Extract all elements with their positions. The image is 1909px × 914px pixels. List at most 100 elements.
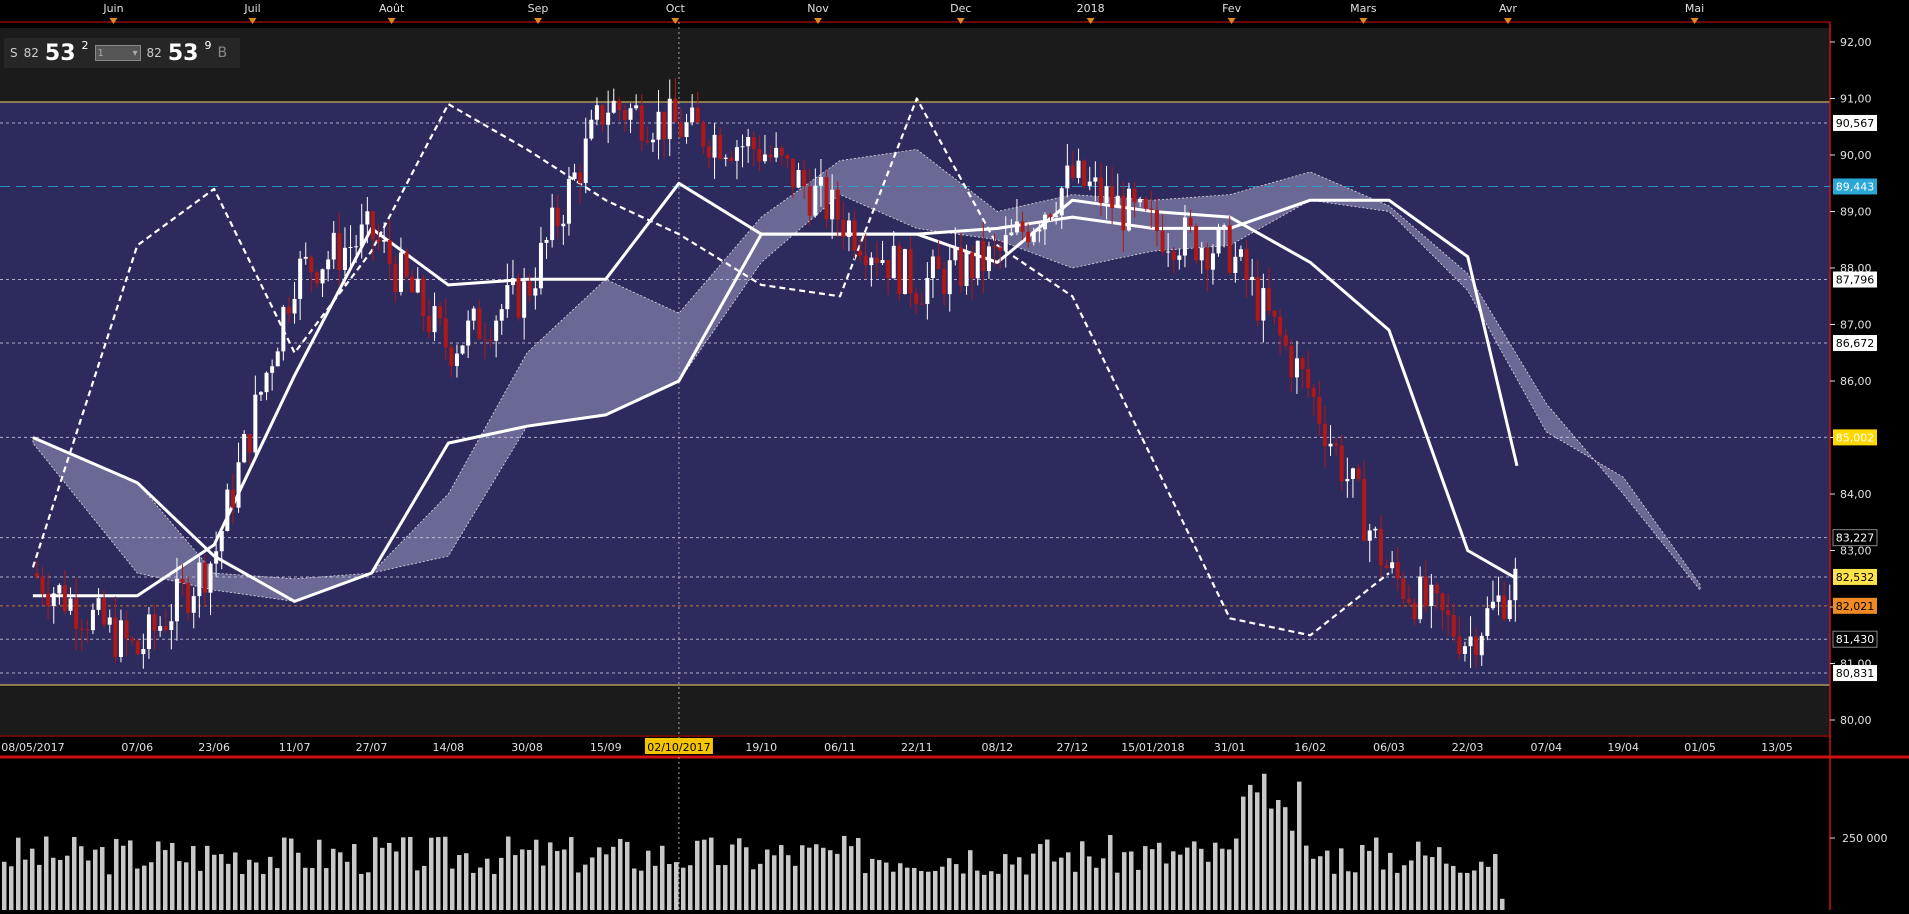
candle-body: [354, 246, 359, 248]
volume-bar: [1206, 861, 1211, 910]
volume-bar: [877, 860, 882, 910]
volume-bar: [100, 847, 105, 910]
candle-body: [438, 306, 443, 319]
volume-bar: [667, 864, 672, 910]
volume-bar: [1451, 865, 1456, 910]
date-tick-label: 15/01/2018: [1121, 741, 1184, 754]
volume-bar: [1129, 851, 1134, 910]
volume-bar: [1430, 857, 1435, 910]
candle-body: [1334, 443, 1339, 446]
candle-body: [925, 278, 930, 304]
candle-body: [550, 207, 555, 241]
volume-bar: [674, 862, 679, 910]
candle-body: [57, 585, 62, 594]
candle-body: [1440, 593, 1445, 611]
candle-body: [314, 272, 319, 284]
candle-body: [807, 186, 812, 216]
candle-body: [510, 278, 515, 286]
bid-price[interactable]: 53: [45, 41, 76, 66]
candle-body: [1429, 584, 1434, 607]
sell-label[interactable]: S: [10, 46, 18, 60]
volume-bar: [86, 860, 91, 910]
volume-bar: [793, 865, 798, 910]
volume-bar: [898, 863, 903, 910]
candle-body: [281, 306, 286, 352]
chart-canvas[interactable]: Juin Juil Août Sep Oct Nov Dec 2018 Fev Mars Avr Ma…: [0, 0, 1909, 910]
candle-body: [477, 308, 482, 339]
candle-body: [1434, 584, 1439, 594]
candle-body: [146, 614, 151, 650]
candle-body: [1289, 345, 1294, 378]
volume-bar: [478, 867, 483, 910]
volume-bar: [219, 854, 224, 910]
volume-bar: [1227, 849, 1232, 910]
volume-bar: [408, 836, 413, 910]
volume-bar: [23, 859, 28, 910]
volume-bar: [331, 848, 336, 910]
volume-bar: [891, 871, 896, 910]
candle-body: [1026, 231, 1031, 243]
candle-body: [634, 105, 639, 109]
buy-label[interactable]: B: [217, 45, 227, 61]
volume-bar: [324, 868, 329, 910]
candle-body: [247, 433, 252, 453]
volume-bar: [639, 870, 644, 910]
volume-bar: [30, 848, 35, 910]
ask-fraction: 9: [204, 38, 212, 52]
candle-body: [152, 614, 157, 631]
candle-body: [611, 100, 616, 113]
candle-body: [236, 462, 241, 508]
candle-body: [1272, 310, 1277, 317]
candle-body: [387, 239, 392, 264]
volume-bar: [702, 839, 707, 910]
candle-body: [869, 257, 874, 266]
candle-body: [326, 259, 331, 270]
volume-bar: [16, 837, 21, 910]
candle-body: [706, 146, 711, 158]
candle-body: [51, 593, 56, 607]
candle-body: [337, 232, 342, 270]
candle-body: [34, 573, 39, 577]
candle-body: [1149, 208, 1154, 210]
price-tick-label: 83,00: [1840, 545, 1872, 558]
candle-body: [796, 170, 801, 188]
volume-bar: [1038, 844, 1043, 910]
date-tick-label: 23/06: [198, 741, 230, 754]
candle-body: [79, 628, 84, 630]
candle-body: [1345, 478, 1350, 482]
candle-body: [1177, 255, 1182, 260]
month-label: Oct: [666, 2, 686, 15]
candle-body: [662, 111, 667, 140]
volume-bar: [1325, 850, 1330, 910]
volume-bar: [212, 854, 217, 910]
candle-body: [1138, 199, 1143, 203]
volume-bar: [1010, 864, 1015, 910]
candle-body: [186, 583, 191, 613]
volume-bar: [366, 872, 371, 910]
volume-bar: [1017, 857, 1022, 910]
candle-body: [460, 345, 465, 354]
candle-body: [712, 134, 717, 158]
price-tick-label: 84,00: [1840, 488, 1872, 501]
candle-body: [225, 489, 230, 531]
volume-bar: [289, 838, 294, 910]
bid-fraction: 2: [81, 38, 89, 52]
volume-bar: [79, 846, 84, 910]
volume-bar: [1073, 871, 1078, 910]
candle-body: [1406, 598, 1411, 603]
candle-body: [454, 353, 459, 367]
volume-bar: [485, 858, 490, 910]
volume-bar: [982, 874, 987, 910]
volume-bar: [548, 842, 553, 910]
quantity-stepper[interactable]: 1 ▾: [94, 45, 141, 61]
price-marker-label: 83,227: [1836, 532, 1875, 545]
candle-body: [544, 240, 549, 243]
candle-body: [880, 259, 885, 263]
candle-body: [1255, 276, 1260, 321]
chevron-down-icon[interactable]: ▾: [133, 48, 138, 59]
candle-body: [981, 240, 986, 272]
candle-body: [958, 247, 963, 286]
ask-price[interactable]: 53: [168, 41, 199, 66]
candle-body: [516, 278, 521, 318]
volume-bar: [296, 852, 301, 910]
